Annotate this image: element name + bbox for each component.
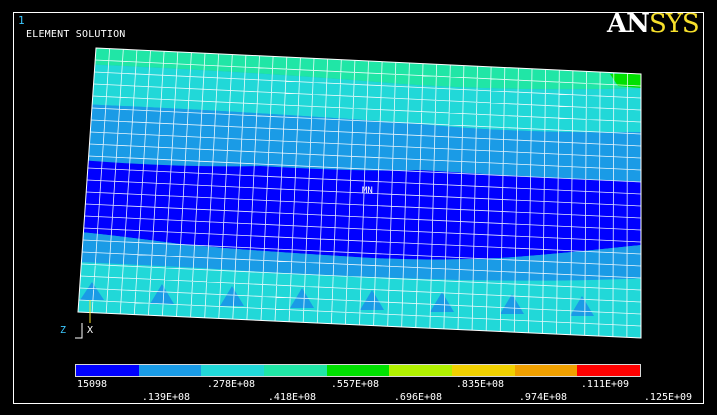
legend-label-top-4: .835E+08 xyxy=(455,379,505,390)
triad-x-label: X xyxy=(87,325,94,336)
legend-label-bottom-1: .139E+08 xyxy=(141,392,191,403)
legend-label-top-1: 15098 xyxy=(76,379,108,390)
legend-swatch-1 xyxy=(76,365,139,376)
triad-axes xyxy=(75,323,83,339)
triad-z-label: Z xyxy=(60,325,67,336)
legend-label-bottom-2: .418E+08 xyxy=(267,392,317,403)
legend-swatch-2 xyxy=(138,365,202,376)
legend-label-top-3: .557E+08 xyxy=(330,379,380,390)
legend-label-top-2: .278E+08 xyxy=(206,379,256,390)
graphics-viewport[interactable]: 1 ELEMENT SOLUTION ANSYS MN Z X 15098 .2… xyxy=(0,0,717,415)
legend-swatch-3 xyxy=(201,365,265,376)
legend-label-top-5: .111E+09 xyxy=(580,379,630,390)
min-marker-label: MN xyxy=(362,186,373,196)
contour-legend xyxy=(75,364,641,377)
legend-label-bottom-5: .125E+09 xyxy=(643,392,693,403)
legend-label-bottom-4: .974E+08 xyxy=(518,392,568,403)
legend-swatch-5 xyxy=(326,365,390,376)
legend-swatch-9 xyxy=(577,365,641,376)
legend-swatch-6 xyxy=(389,365,453,376)
legend-swatch-4 xyxy=(264,365,327,376)
legend-label-bottom-3: .696E+08 xyxy=(393,392,443,403)
contour-plot xyxy=(75,47,642,339)
legend-swatch-7 xyxy=(452,365,515,376)
legend-swatch-8 xyxy=(514,365,578,376)
